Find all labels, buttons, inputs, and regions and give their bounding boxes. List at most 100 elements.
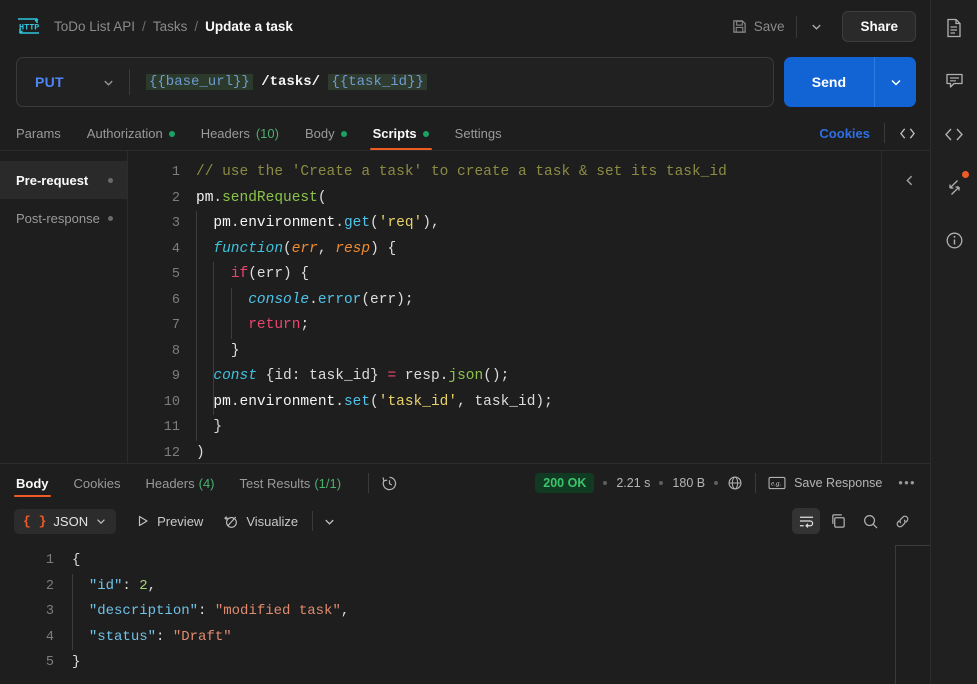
response-tab-cookies[interactable]: Cookies: [74, 464, 121, 502]
line-number: 2: [171, 190, 180, 206]
floppy-disk-icon: [732, 19, 747, 34]
breadcrumb-folder[interactable]: Tasks: [153, 19, 188, 34]
chevron-down-icon: [95, 515, 107, 527]
send-options-button[interactable]: [874, 57, 916, 107]
clock-history-icon[interactable]: [381, 475, 398, 492]
save-response-label: Save Response: [794, 476, 883, 490]
response-body-viewer[interactable]: 1{ 2 "id": 2, 3 "description": "modified t…: [0, 540, 930, 684]
tab-headers[interactable]: Headers (10): [201, 126, 279, 150]
code-line: 1 // use the 'Create a task' to create a …: [128, 160, 930, 186]
link-icon[interactable]: [888, 508, 916, 534]
sidebar-item-label: Pre-request: [16, 172, 89, 188]
code-line: 8 }: [128, 338, 930, 364]
line-number: 4: [171, 241, 180, 257]
copy-icon[interactable]: [824, 508, 852, 534]
method-label: PUT: [35, 74, 64, 90]
code-brackets-icon[interactable]: [899, 126, 916, 141]
line-content: "status": "Draft": [72, 624, 930, 650]
code-line: 11 }: [128, 415, 930, 441]
breadcrumb-collection[interactable]: ToDo List API: [54, 19, 135, 34]
postman-window: HTTP ToDo List API / Tasks / Update a ta…: [0, 0, 977, 684]
header-bar: HTTP ToDo List API / Tasks / Update a ta…: [0, 0, 930, 53]
code-brackets-icon[interactable]: [939, 120, 969, 148]
meta-separator: [714, 481, 719, 485]
url-input[interactable]: {{base_url}} /tasks/ {{task_id}}: [130, 74, 773, 90]
cookies-link[interactable]: Cookies: [819, 126, 870, 141]
response-section: Body Cookies Headers (4) Test Results (1/1…: [0, 463, 930, 684]
header-actions: Save Share: [724, 11, 916, 42]
code-line: 3 "description": "modified task",: [0, 599, 930, 625]
chevron-down-icon: [102, 76, 115, 89]
line-content: pm.environment.get('req'),: [196, 211, 930, 237]
code-line: 9 const {id: task_id} = resp.json();: [128, 364, 930, 390]
tab-authorization[interactable]: Authorization: [87, 126, 175, 150]
wrap-text-icon[interactable]: [792, 508, 820, 534]
save-button[interactable]: Save: [724, 14, 793, 39]
search-icon[interactable]: [856, 508, 884, 534]
method-selector[interactable]: PUT: [17, 74, 129, 90]
share-button[interactable]: Share: [842, 11, 916, 42]
response-tab-body[interactable]: Body: [14, 464, 50, 502]
breadcrumb-request[interactable]: Update a task: [205, 19, 293, 34]
chevron-down-icon: [889, 75, 903, 89]
visualize-options-button[interactable]: [323, 515, 336, 528]
line-content: function(err, resp) {: [196, 236, 930, 262]
sidebar-item-post-response[interactable]: Post-response: [0, 199, 127, 237]
response-time: 2.21 s: [616, 476, 651, 490]
send-button[interactable]: Send: [783, 57, 874, 107]
ellipsis-icon[interactable]: •••: [898, 476, 916, 490]
response-tab-headers[interactable]: Headers (4): [145, 464, 214, 502]
line-content: return;: [196, 313, 930, 339]
send-group: Send: [783, 57, 916, 107]
line-content: "id": 2,: [72, 573, 930, 599]
tab-body[interactable]: Body: [305, 126, 347, 150]
notification-badge: [962, 171, 969, 178]
line-number: 10: [163, 394, 180, 410]
preview-button[interactable]: Preview: [136, 514, 203, 529]
response-format-selector[interactable]: { } JSON: [14, 508, 117, 534]
tab-label: Headers: [200, 126, 250, 141]
tab-settings[interactable]: Settings: [455, 126, 502, 150]
visualize-label: Visualize: [246, 513, 299, 529]
code-line: 2 pm.sendRequest(: [128, 186, 930, 212]
code-line: 12): [128, 441, 930, 464]
toolbar-divider: [312, 511, 314, 531]
script-code-editor[interactable]: 1 // use the 'Create a task' to create a …: [128, 151, 930, 463]
tab-label: Cookies: [73, 475, 121, 491]
line-number: 2: [45, 578, 54, 594]
tab-scripts[interactable]: Scripts: [369, 126, 432, 150]
save-response-button[interactable]: e.g. Save Response: [768, 476, 882, 490]
save-label: Save: [753, 19, 785, 34]
response-tab-test-results[interactable]: Test Results (1/1): [240, 464, 342, 502]
tab-params[interactable]: Params: [16, 126, 61, 150]
main-column: HTTP ToDo List API / Tasks / Update a ta…: [0, 0, 930, 684]
info-circle-icon[interactable]: [939, 226, 969, 254]
line-content: pm.environment.set('task_id', task_id);: [196, 389, 930, 415]
line-number: 9: [171, 369, 180, 384]
code-lines[interactable]: 1 // use the 'Create a task' to create a …: [128, 151, 930, 463]
chevron-left-icon[interactable]: [903, 173, 916, 188]
save-options-button[interactable]: [801, 14, 832, 39]
line-content: }: [196, 338, 930, 364]
sidebar-item-pre-request[interactable]: Pre-request: [0, 161, 127, 199]
visualize-button[interactable]: Visualize: [223, 514, 298, 529]
response-json-lines[interactable]: 1{ 2 "id": 2, 3 "description": "modified t…: [0, 540, 930, 676]
tab-label: Body: [16, 475, 49, 491]
code-line: 7 return;: [128, 313, 930, 339]
script-dot-icon: [108, 215, 113, 221]
tab-label: Scripts: [372, 126, 417, 141]
modified-dot-icon: [340, 130, 347, 137]
send-label: Send: [811, 74, 846, 90]
comment-icon[interactable]: [939, 67, 969, 95]
globe-icon[interactable]: [727, 475, 743, 491]
code-line: 3 pm.environment.get('req'),: [128, 211, 930, 237]
chevron-down-icon: [810, 20, 823, 33]
svg-text:e.g.: e.g.: [771, 480, 781, 488]
code-line: 1{: [0, 548, 930, 574]
status-badge: 200 OK: [535, 473, 595, 493]
line-number: 5: [171, 267, 180, 282]
resize-arrows-icon[interactable]: [939, 171, 969, 201]
modified-dot-icon: [422, 130, 429, 137]
document-icon[interactable]: [939, 14, 969, 42]
preview-label: Preview: [157, 513, 204, 529]
